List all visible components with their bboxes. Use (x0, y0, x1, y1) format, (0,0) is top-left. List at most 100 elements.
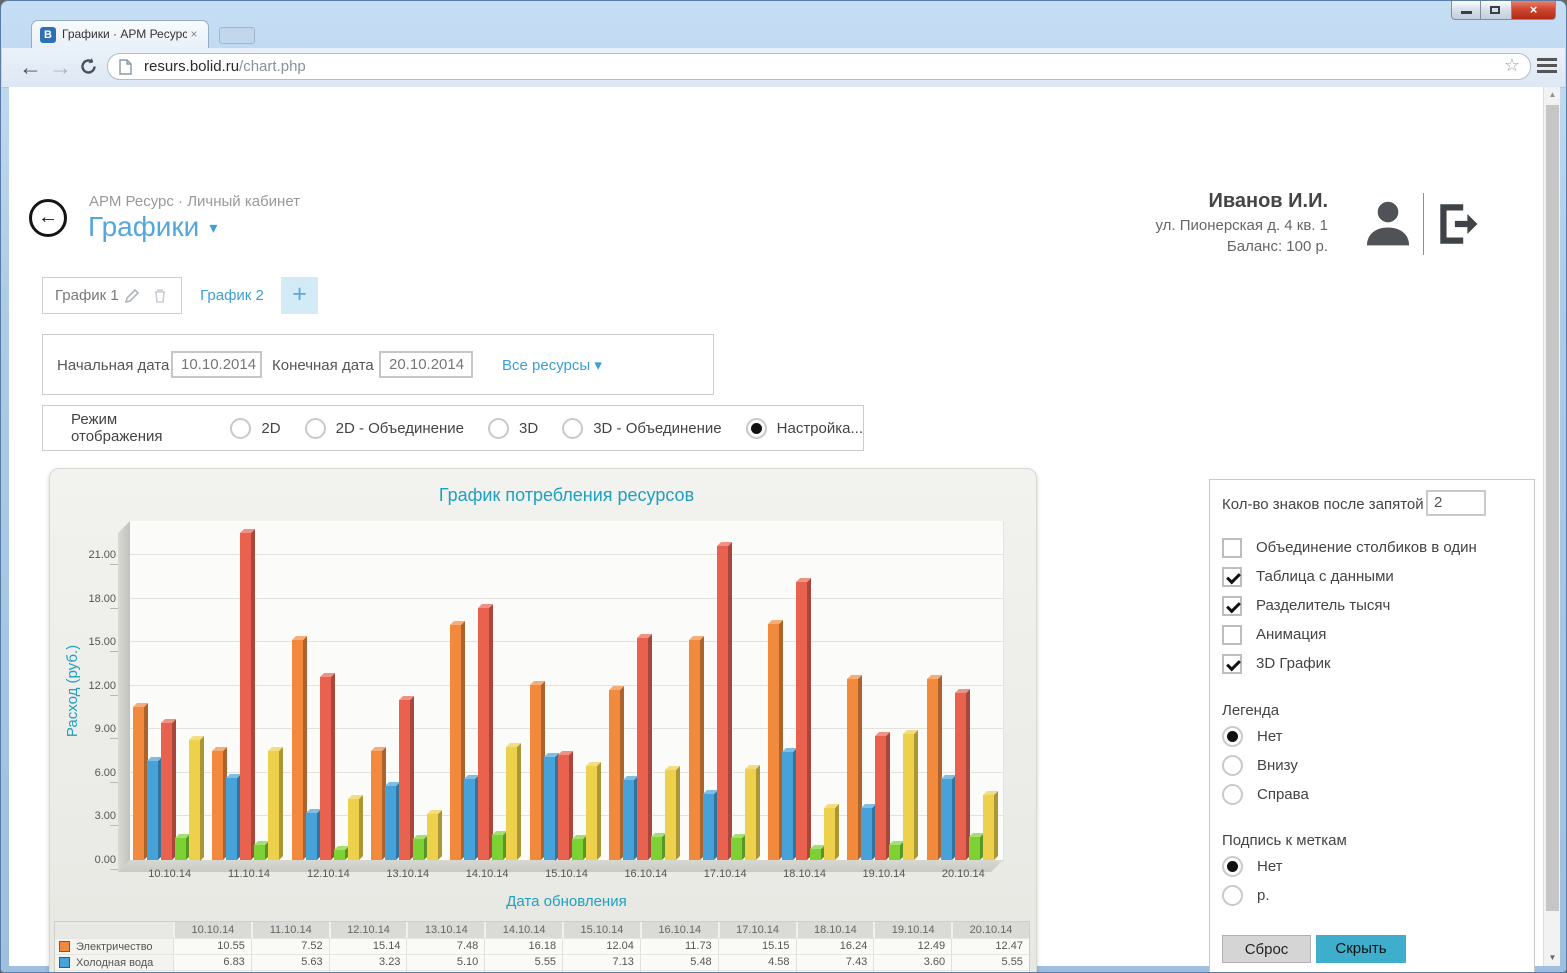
settings-radio-row[interactable]: Нет (1222, 852, 1283, 881)
bar-Горячая вода (875, 736, 886, 860)
mode-radio[interactable] (488, 418, 509, 439)
settings-radio-row[interactable]: р. (1222, 881, 1283, 910)
display-mode-option[interactable]: 2D (230, 418, 280, 439)
mode-radio[interactable] (562, 418, 583, 439)
page-scrollbar[interactable]: ▲ ▼ (1543, 87, 1560, 966)
tab-grafik-1[interactable]: График 1 (42, 277, 182, 314)
mode-radio-label: 3D - Объединение (593, 420, 721, 437)
table-series-cell: Холодная вода (55, 954, 173, 970)
series-name: Холодная вода (76, 957, 153, 969)
checkbox-checked[interactable] (1222, 654, 1242, 674)
settings-radio[interactable] (1222, 726, 1243, 747)
settings-radio-label: Нет (1257, 858, 1283, 875)
table-value-cell: 12.47 (951, 938, 1029, 954)
back-circle-button[interactable]: ← (29, 199, 67, 237)
display-mode-option[interactable]: 2D - Объединение (305, 418, 464, 439)
checkbox-checked[interactable] (1222, 596, 1242, 616)
reset-button[interactable]: Сброс (1222, 935, 1311, 963)
bar-Холодная вода (861, 808, 872, 860)
scroll-down-icon[interactable]: ▼ (1544, 953, 1561, 962)
settings-radio-row[interactable]: Нет (1222, 722, 1309, 751)
mode-radio[interactable] (746, 418, 767, 439)
bar-Холодная вода (147, 761, 158, 860)
new-tab-button[interactable] (219, 27, 255, 44)
display-mode-option[interactable]: 3D - Объединение (562, 418, 721, 439)
settings-radio-row[interactable]: Внизу (1222, 751, 1309, 780)
forward-icon[interactable]: → (49, 52, 72, 82)
table-header-cell: 14.10.14 (484, 922, 562, 938)
checkbox-unchecked[interactable] (1222, 538, 1242, 558)
user-balance: Баланс: 100 р. (1155, 238, 1328, 255)
trash-icon[interactable] (151, 287, 169, 305)
bar-side (835, 804, 839, 860)
settings-checkbox-row[interactable]: Анимация (1222, 620, 1477, 649)
scrollbar-thumb[interactable] (1546, 105, 1559, 911)
settings-radio-row[interactable]: Справа (1222, 780, 1309, 809)
bar-Холодная вода (782, 752, 793, 860)
bookmark-star-icon[interactable]: ☆ (1504, 55, 1520, 76)
minimize-button[interactable] (1451, 1, 1481, 20)
x-tick-label: 13.10.14 (368, 868, 447, 880)
marks-options: Нет р. (1222, 852, 1283, 910)
mode-radio[interactable] (230, 418, 251, 439)
y-tick-mark (110, 564, 118, 565)
settings-checkbox-row[interactable]: Таблица с данными (1222, 562, 1477, 591)
logout-icon[interactable] (1433, 199, 1483, 249)
legend-options: НетВнизуСправа (1222, 722, 1309, 809)
bar-Газ (492, 835, 503, 860)
mode-radio-label: 3D (519, 420, 538, 437)
settings-checkbox-row[interactable]: Объединение столбиков в один (1222, 533, 1477, 562)
bar-Газ (413, 839, 424, 860)
table-value-cell: 11.73 (640, 938, 718, 954)
checkbox-unchecked[interactable] (1222, 625, 1242, 645)
bar-Горячая вода (399, 700, 410, 860)
edit-pencil-icon[interactable] (123, 287, 141, 305)
table-header-cell: 12.10.14 (329, 922, 407, 938)
resources-dropdown[interactable]: Все ресурсы ▾ (502, 356, 602, 374)
url-text[interactable]: resurs.bolid.ru/chart.php (144, 54, 306, 79)
maximize-button[interactable] (1481, 1, 1511, 20)
display-mode-option[interactable]: 3D (488, 418, 538, 439)
back-icon[interactable]: ← (19, 52, 42, 82)
hide-button[interactable]: Скрыть (1316, 935, 1406, 963)
tab-title: Графики · АРМ Ресурс (62, 21, 187, 47)
tab-grafik-2[interactable]: График 2 (183, 277, 281, 314)
chart-plot-area (130, 521, 1004, 861)
radio-dot (751, 423, 762, 434)
browser-tab[interactable]: В Графики · АРМ Ресурс × (31, 20, 209, 48)
end-date-input[interactable]: 20.10.2014 (379, 351, 473, 378)
menu-icon[interactable] (1537, 58, 1557, 76)
display-mode-options: 2D 2D - Объединение 3D 3D - Объединение Наст… (206, 418, 863, 439)
add-tab-button[interactable]: + (281, 277, 318, 314)
settings-radio[interactable] (1222, 856, 1243, 877)
checkbox-label: Анимация (1256, 626, 1326, 643)
decimals-input[interactable]: 2 (1426, 490, 1486, 516)
bar-Горячая вода (955, 693, 966, 860)
settings-checkbox-row[interactable]: Разделитель тысяч (1222, 591, 1477, 620)
url-bar[interactable]: resurs.bolid.ru/chart.php ☆ (107, 53, 1531, 80)
scroll-up-icon[interactable]: ▲ (1544, 90, 1561, 99)
page-title[interactable]: Графики▾ (88, 211, 217, 243)
tab-close-icon[interactable]: × (186, 26, 202, 42)
chevron-down-icon[interactable]: ▾ (209, 220, 217, 237)
tab-grafik-1-label: График 1 (55, 278, 119, 313)
settings-radio[interactable] (1222, 885, 1243, 906)
reload-icon[interactable] (79, 57, 98, 76)
bar-Тепло (586, 766, 597, 860)
user-avatar-icon[interactable] (1361, 195, 1415, 251)
table-header-cell: 10.10.14 (173, 922, 251, 938)
bar-Электричество (847, 679, 858, 860)
table-header-row: 10.10.1411.10.1412.10.1413.10.1414.10.14… (55, 922, 1029, 938)
settings-radio[interactable] (1222, 755, 1243, 776)
mode-radio[interactable] (305, 418, 326, 439)
table-value-cell: 7.48 (406, 938, 484, 954)
settings-radio[interactable] (1222, 784, 1243, 805)
start-date-input[interactable]: 10.10.2014 (171, 351, 262, 378)
bar-Газ (651, 837, 662, 860)
settings-checkbox-row[interactable]: 3D График (1222, 649, 1477, 678)
display-mode-option[interactable]: Настройка... (746, 418, 863, 439)
bar-Холодная вода (464, 779, 475, 860)
checkbox-checked[interactable] (1222, 567, 1242, 587)
table-value-cell: 5.63 (251, 954, 329, 970)
close-button[interactable]: × (1511, 1, 1556, 20)
